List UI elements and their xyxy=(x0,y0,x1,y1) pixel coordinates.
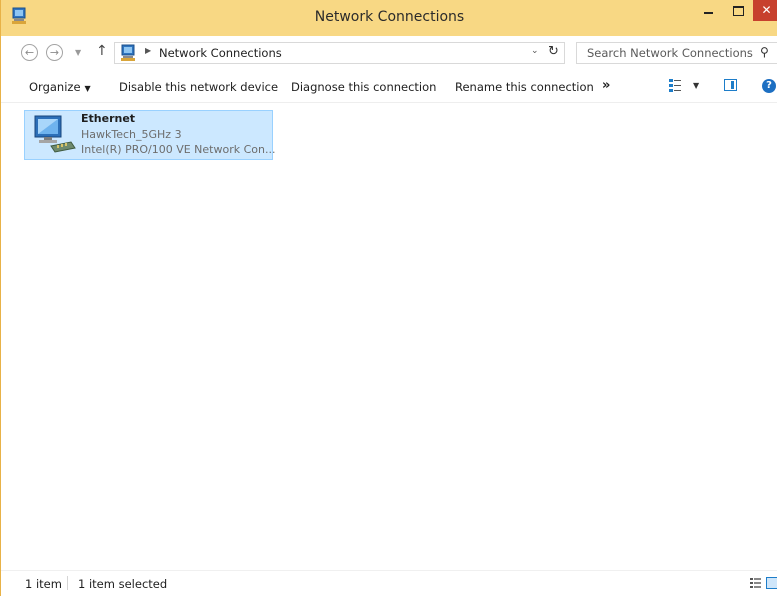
search-box[interactable]: ⚲ xyxy=(576,42,777,64)
organize-button[interactable]: Organize ▼ xyxy=(29,80,91,94)
command-bar: Organize ▼ Disable this network device Di… xyxy=(1,70,777,103)
view-options-chevron-icon[interactable]: ▼ xyxy=(693,81,699,90)
file-list[interactable]: Ethernet HawkTech_5GHz 3 Intel(R) PRO/10… xyxy=(1,103,777,568)
refresh-icon[interactable]: ↻ xyxy=(548,44,559,59)
maximize-button[interactable] xyxy=(725,0,751,21)
address-bar-row: ← → ▼ ↑ ▶ Network Connections ⌄ ↻ Search… xyxy=(1,36,777,70)
diagnose-connection-button[interactable]: Diagnose this connection xyxy=(291,80,436,94)
status-bar: 1 item 1 item selected xyxy=(1,570,777,596)
large-icons-view-icon[interactable] xyxy=(766,577,777,589)
connection-name: Ethernet xyxy=(81,112,136,125)
ethernet-adapter-icon xyxy=(34,115,76,153)
address-dropdown-icon[interactable]: ⌄ xyxy=(531,46,539,56)
search-icon[interactable]: ⚲ xyxy=(760,45,769,59)
close-button[interactable]: ✕ xyxy=(753,0,777,21)
help-button[interactable]: ? xyxy=(762,79,776,93)
preview-pane-button[interactable] xyxy=(724,79,737,91)
disable-device-button[interactable]: Disable this network device xyxy=(119,80,278,94)
minimize-button[interactable] xyxy=(696,0,722,21)
address-bar[interactable]: ▶ Network Connections ⌄ ↻ xyxy=(114,42,565,64)
connection-network: HawkTech_5GHz 3 xyxy=(81,128,182,141)
connection-adapter: Intel(R) PRO/100 VE Network Con... xyxy=(81,143,276,156)
breadcrumb-separator-icon[interactable]: ▶ xyxy=(145,46,151,55)
search-input[interactable] xyxy=(577,43,755,63)
recent-locations-button[interactable]: ▼ xyxy=(75,48,81,57)
item-count: 1 item xyxy=(25,577,62,591)
rename-connection-button[interactable]: Rename this connection xyxy=(455,80,594,94)
explorer-window: Network Connections ✕ ← → ▼ ↑ ▶ Network … xyxy=(0,0,777,596)
up-button[interactable]: ↑ xyxy=(96,43,108,59)
forward-button[interactable]: → xyxy=(46,44,63,61)
title-bar[interactable]: Network Connections ✕ xyxy=(1,0,777,36)
details-view-icon[interactable] xyxy=(750,578,761,589)
network-connections-icon xyxy=(121,44,135,61)
close-icon: ✕ xyxy=(761,3,772,17)
forward-arrow-icon: → xyxy=(49,46,60,59)
status-divider xyxy=(67,576,68,590)
back-arrow-icon: ← xyxy=(24,46,35,59)
chevron-down-icon: ▼ xyxy=(84,84,91,93)
help-icon: ? xyxy=(766,80,772,91)
change-view-icon[interactable] xyxy=(669,79,681,92)
back-button[interactable]: ← xyxy=(21,44,38,61)
more-commands-button[interactable]: » xyxy=(602,78,610,93)
breadcrumb-network-connections[interactable]: Network Connections xyxy=(159,46,282,60)
window-title: Network Connections xyxy=(314,9,465,25)
organize-label: Organize xyxy=(29,80,81,94)
connection-item-ethernet[interactable]: Ethernet HawkTech_5GHz 3 Intel(R) PRO/10… xyxy=(24,110,276,160)
selected-count: 1 item selected xyxy=(78,577,168,591)
